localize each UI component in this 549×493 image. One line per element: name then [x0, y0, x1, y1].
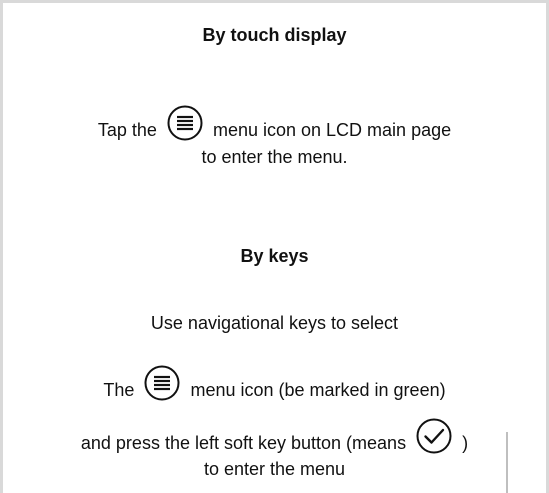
touch-line1-before: Tap the	[97, 119, 157, 140]
touch-heading: By touch display	[202, 25, 347, 45]
keys-line3-before: and press the left soft key button (mean…	[80, 432, 407, 453]
touch-line1-after: menu icon on LCD main page	[212, 119, 452, 140]
menu-icon	[166, 104, 204, 142]
keys-instruction-line-2: The menu icon (be marked in green)	[0, 365, 549, 410]
keys-line2-after: menu icon (be marked in green)	[190, 379, 446, 400]
touch-instruction-line-2: to enter the menu.	[201, 147, 348, 167]
keys-instruction-line-4: to enter the menu	[203, 459, 346, 479]
keys-line2-before: The	[103, 379, 135, 400]
keys-instruction-line-1: Use navigational keys to select	[150, 313, 399, 333]
touch-instruction-line-1: Tap the menu icon on LCD main page	[0, 105, 549, 150]
content-frame: By touch display Tap the menu icon on LC…	[0, 0, 549, 493]
frame-top-border	[0, 0, 549, 3]
keys-line3-after: )	[462, 432, 469, 453]
keys-heading: By keys	[240, 246, 309, 266]
checkmark-icon	[415, 417, 453, 455]
menu-icon	[143, 364, 181, 402]
